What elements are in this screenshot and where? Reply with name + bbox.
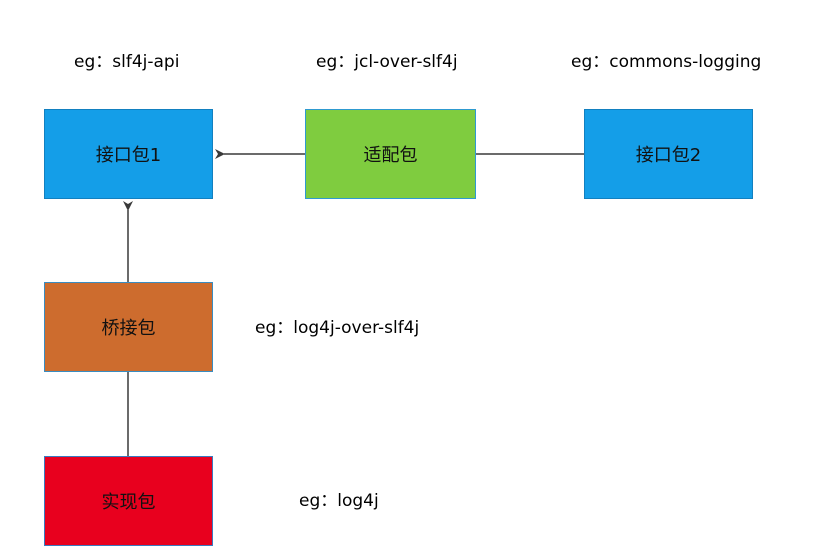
bridge-package-box: 桥接包 [44, 282, 213, 372]
implementation-package-label: 实现包 [101, 492, 156, 513]
interface-package-1-box: 接口包1 [44, 109, 213, 199]
caption-jcl-over-slf4j: eg：jcl-over-slf4j [316, 52, 458, 72]
interface-package-2-label: 接口包2 [635, 145, 702, 166]
bridge-package-label: 桥接包 [101, 318, 156, 339]
adapter-package-label: 适配包 [363, 145, 418, 166]
caption-slf4j-api: eg：slf4j-api [74, 52, 180, 72]
diagram-canvas: eg：slf4j-api eg：jcl-over-slf4j eg：common… [0, 0, 834, 554]
adapter-package-box: 适配包 [305, 109, 476, 199]
caption-commons-logging: eg：commons-logging [571, 52, 762, 72]
interface-package-1-label: 接口包1 [95, 145, 162, 166]
interface-package-2-box: 接口包2 [584, 109, 753, 199]
caption-log4j: eg：log4j [299, 491, 379, 511]
implementation-package-box: 实现包 [44, 456, 213, 546]
caption-log4j-over-slf4j: eg：log4j-over-slf4j [255, 318, 420, 338]
